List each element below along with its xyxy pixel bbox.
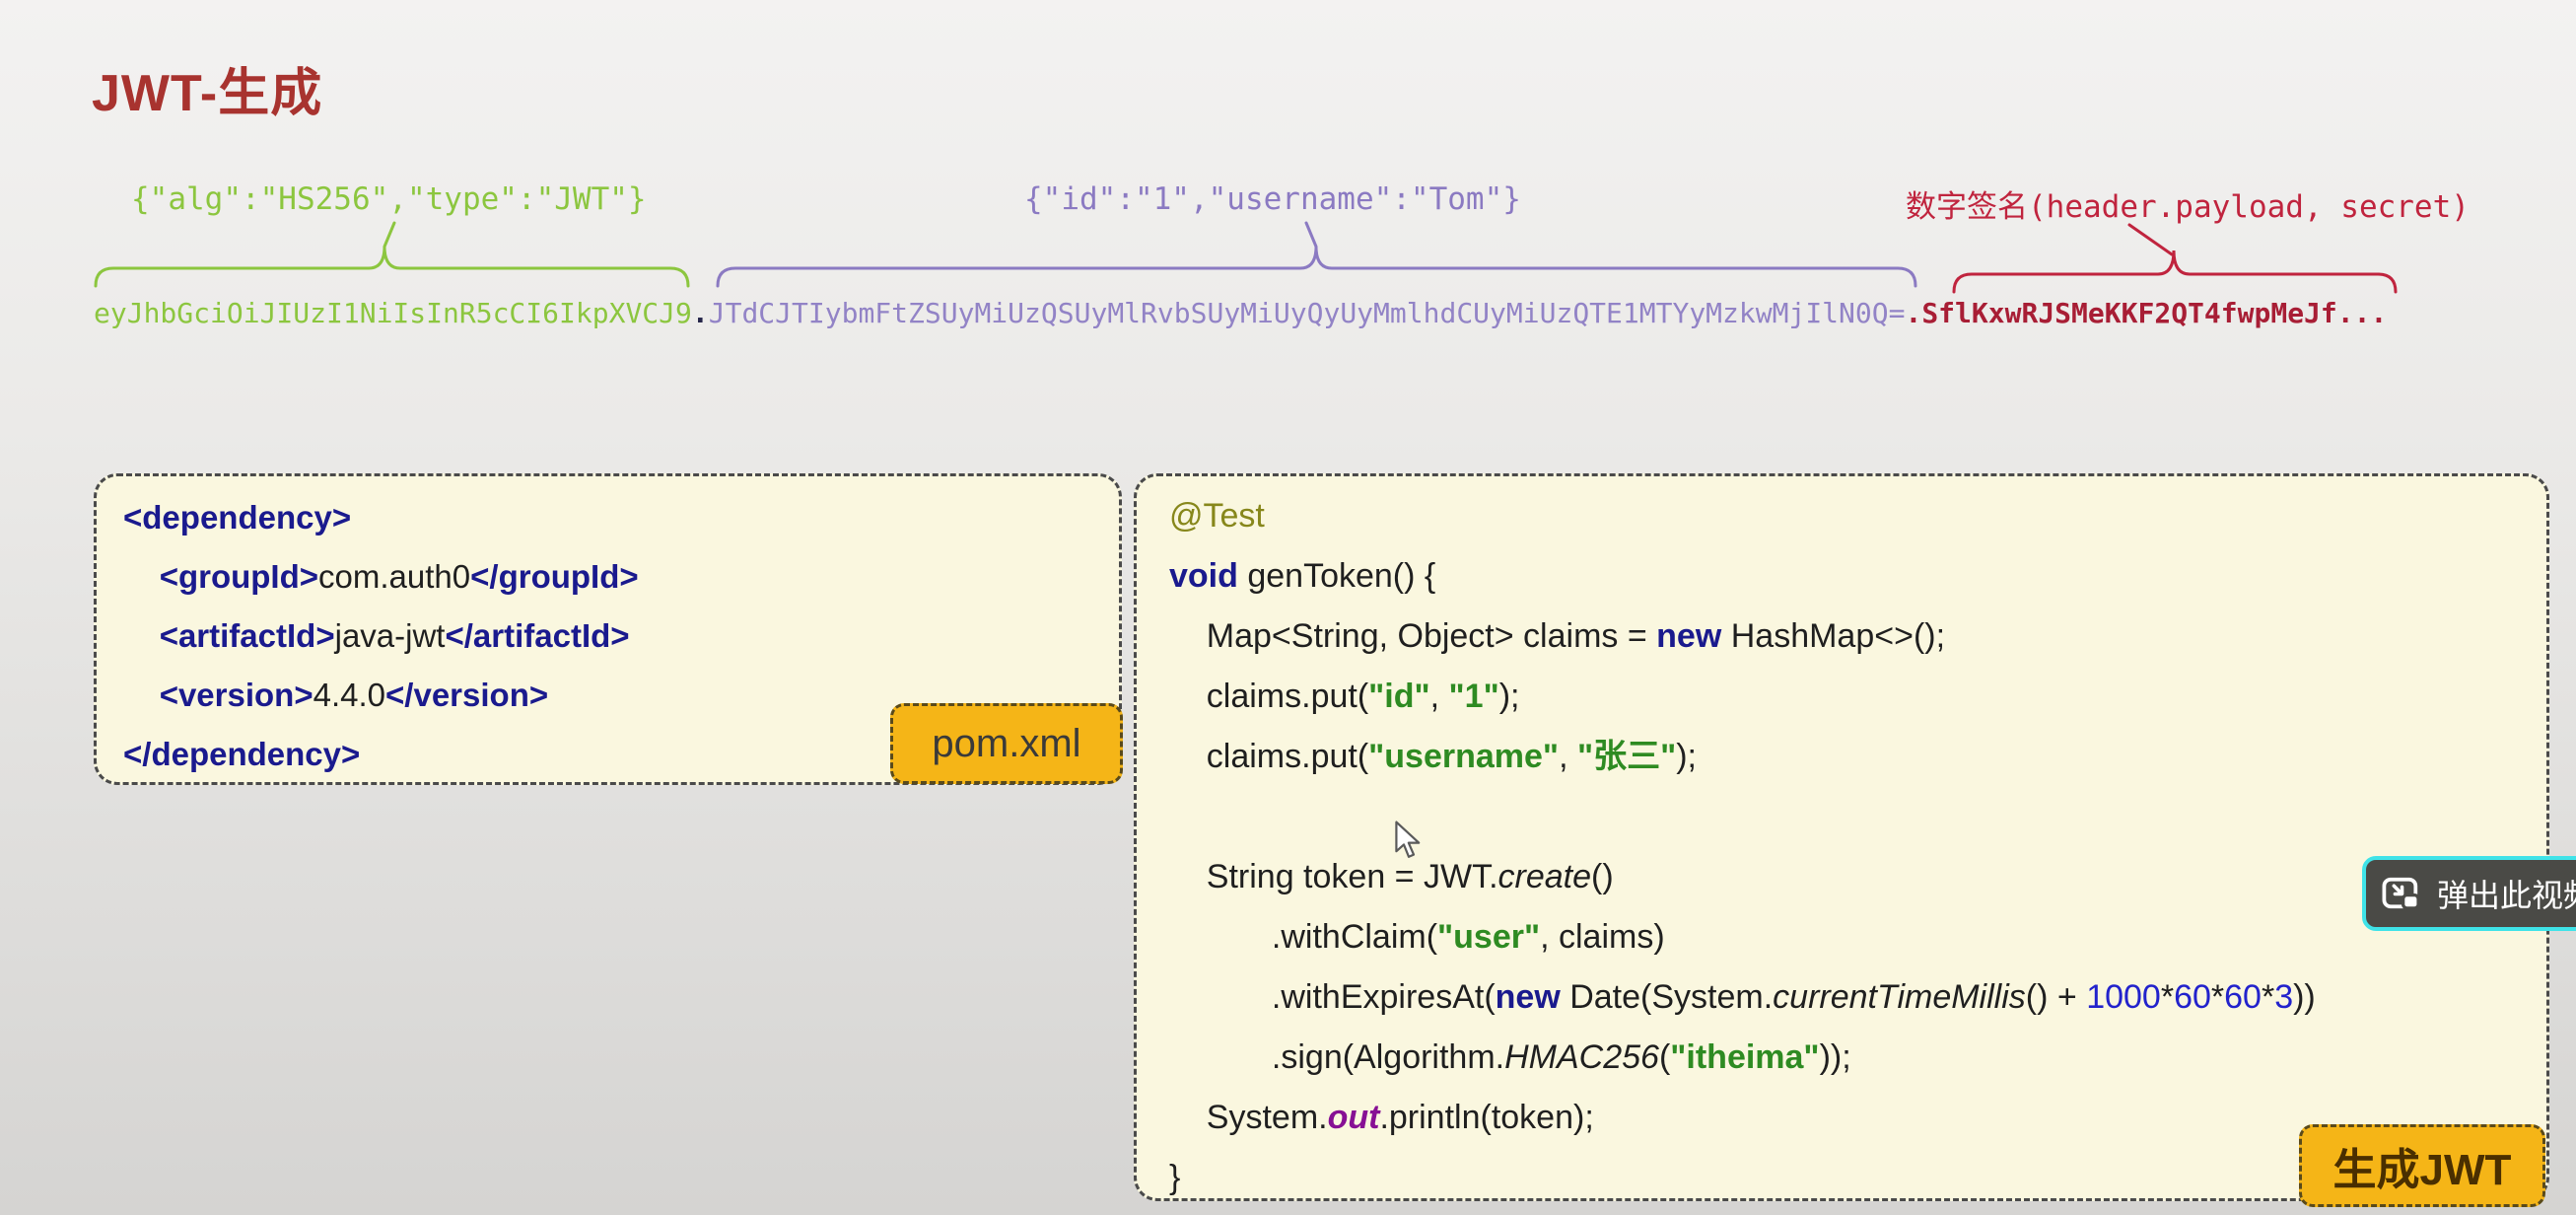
popout-video-button[interactable]: 弹出此视频	[2362, 856, 2576, 931]
pom-xml-badge-label: pom.xml	[932, 722, 1080, 766]
code-line: .withClaim("user", claims)	[1169, 907, 2546, 967]
payload-json-label: {"id":"1","username":"Tom"}	[1024, 181, 1521, 217]
code-line: <artifactId>java-jwt</artifactId>	[123, 607, 1119, 666]
code-line: void genToken() {	[1169, 546, 2546, 607]
popout-icon	[2380, 872, 2423, 915]
token-separator: .	[692, 297, 709, 329]
code-line: .sign(Algorithm.HMAC256("itheima"));	[1169, 1028, 2546, 1088]
generate-jwt-badge-label: 生成JWT	[2333, 1134, 2512, 1197]
code-line: <groupId>com.auth0</groupId>	[123, 547, 1119, 607]
token-header-part: eyJhbGciOiJIUzI1NiIsInR5cCI6IkpXVCJ9	[94, 297, 692, 329]
code-line: <dependency>	[123, 488, 1119, 547]
mouse-cursor	[1394, 821, 1427, 860]
generate-jwt-badge: 生成JWT	[2299, 1124, 2545, 1207]
code-line: Map<String, Object> claims = new HashMap…	[1169, 607, 2546, 667]
code-line: claims.put("username", "张三");	[1169, 727, 2546, 787]
token-payload-part: JTdCJTIybmFtZSUyMiUzQSUyMlRvbSUyMiUyQyUy…	[709, 297, 1906, 329]
code-line: @Test	[1169, 486, 2546, 546]
token-signature-part: .SflKxwRJSMeKKF2QT4fwpMeJf...	[1905, 297, 2387, 329]
popout-button-label: 弹出此视频	[2437, 871, 2576, 916]
page-title: JWT-生成	[92, 51, 322, 125]
jwt-token-string: eyJhbGciOiJIUzI1NiIsInR5cCI6IkpXVCJ9.JTd…	[94, 297, 2387, 329]
code-line: String token = JWT.create()	[1169, 847, 2546, 907]
code-line: .withExpiresAt(new Date(System.currentTi…	[1169, 967, 2546, 1028]
payload-brace-icon	[716, 219, 1917, 292]
slide: JWT-生成 {"alg":"HS256","type":"JWT"} {"id…	[0, 0, 2576, 1215]
header-brace-icon	[94, 219, 692, 292]
code-line: claims.put("id", "1");	[1169, 667, 2546, 727]
header-json-label: {"alg":"HS256","type":"JWT"}	[131, 181, 647, 217]
java-gentoken-box: @Testvoid genToken() { Map<String, Objec…	[1134, 473, 2549, 1201]
signature-brace-icon	[1952, 219, 2398, 296]
code-line	[1169, 787, 2546, 847]
pom-xml-badge: pom.xml	[890, 703, 1123, 784]
